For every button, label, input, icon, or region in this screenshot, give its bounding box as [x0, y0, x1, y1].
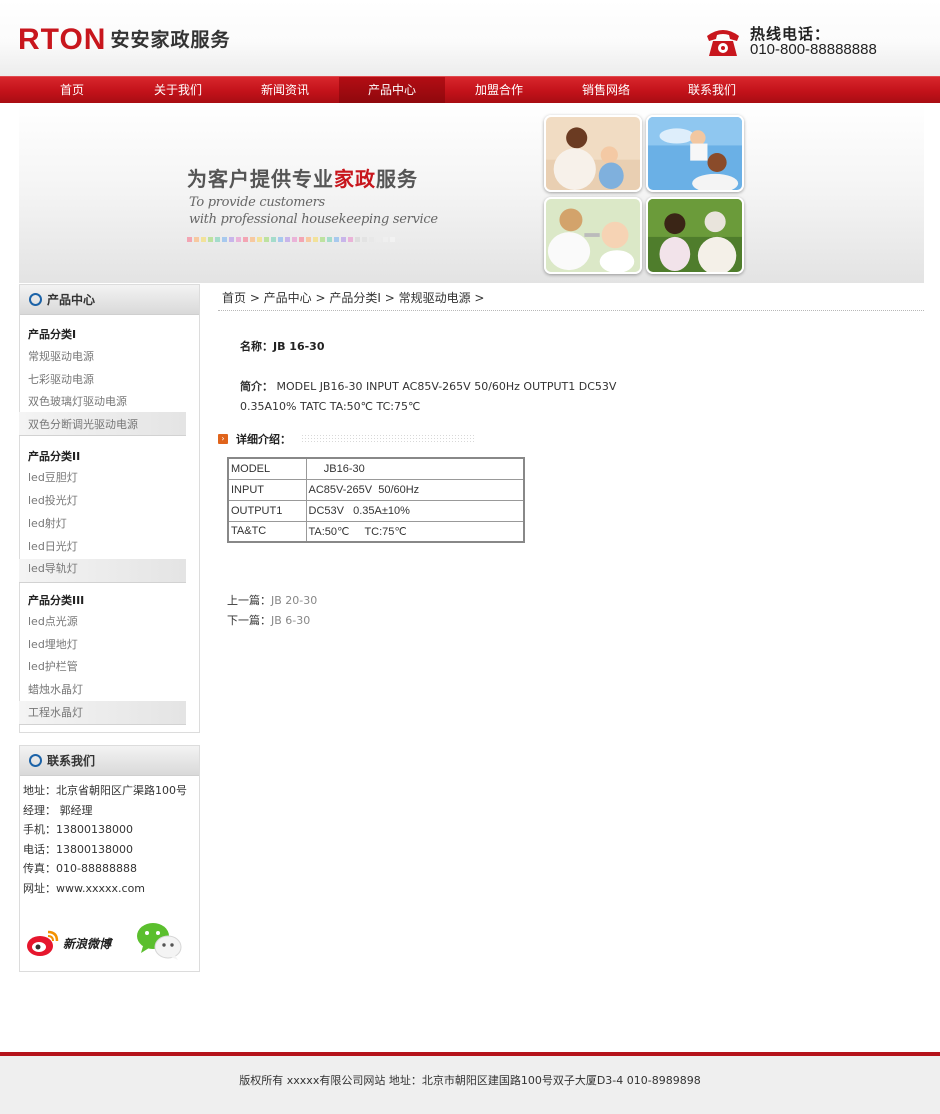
spec-value: AC85V-265V 50/60Hz: [305, 478, 525, 501]
contact-address: 地址：北京省朝阳区广渠路100号: [23, 784, 187, 797]
dotted-decoration: [301, 434, 476, 444]
category-item[interactable]: led投光灯: [28, 492, 78, 508]
contact-fax: 传真：010-88888888: [23, 862, 137, 875]
banner-title: 为客户提供专业家政服务: [187, 167, 418, 191]
spec-value: JB16-30: [305, 457, 525, 480]
circle-bullet-icon: [29, 754, 42, 767]
table-row: INPUT AC85V-265V 50/60Hz: [227, 478, 525, 501]
category-item[interactable]: 常规驱动电源: [28, 348, 94, 364]
nav-item-home[interactable]: 首页: [19, 77, 125, 103]
spec-value: DC53V 0.35A±10%: [305, 499, 525, 522]
footer-copyright: 版权所有 xxxxx有限公司网站 地址：北京市朝阳区建国路100号双子大厦D3-…: [239, 1074, 701, 1087]
category-title-2[interactable]: 产品分类II: [28, 448, 80, 464]
sidebar-products-header: 产品中心: [20, 285, 199, 315]
category-item[interactable]: 七彩驱动电源: [28, 371, 94, 387]
nav-item-products[interactable]: 产品中心: [339, 77, 445, 103]
contact-manager: 经理： 郭经理: [23, 804, 93, 817]
category-item[interactable]: led埋地灯: [28, 636, 78, 652]
category-item[interactable]: led护栏管: [28, 658, 78, 674]
site-logo[interactable]: RTON 安安家政服务: [18, 24, 230, 56]
table-row: OUTPUT1 DC53V 0.35A±10%: [227, 499, 525, 522]
category-item[interactable]: led日光灯: [28, 538, 78, 554]
category-item[interactable]: 蜡烛水晶灯: [28, 681, 83, 697]
nav-item-sales-network[interactable]: 销售网络: [553, 77, 659, 103]
wechat-icon[interactable]: [135, 920, 183, 962]
category-item[interactable]: 双色玻璃灯驱动电源: [28, 393, 127, 409]
spec-table: MODEL JB16-30 INPUT AC85V-265V 50/60Hz O…: [227, 457, 525, 543]
circle-bullet-icon: [29, 293, 42, 306]
nav-item-join[interactable]: 加盟合作: [446, 77, 552, 103]
hotline-number: 010-800-88888888: [750, 41, 877, 58]
banner-photo-mother-child: [544, 115, 642, 192]
category-title-3[interactable]: 产品分类III: [28, 592, 84, 608]
weibo-link[interactable]: 新浪微博: [26, 928, 111, 958]
logo-text-en: RTON: [18, 23, 107, 56]
hotline: 热线电话： 010-800-88888888: [704, 24, 877, 60]
spec-key: OUTPUT1: [227, 499, 307, 522]
logo-text-cn: 安安家政服务: [110, 29, 231, 51]
hotline-label: 热线电话：: [750, 25, 831, 43]
site-header: RTON 安安家政服务 热线电话： 010-800-88888888: [0, 0, 940, 76]
category-item[interactable]: led导轨灯: [28, 560, 78, 576]
sidebar-contact-header: 联系我们: [20, 746, 199, 776]
category-item[interactable]: 工程水晶灯: [28, 704, 83, 720]
spec-key: TA&TC: [227, 520, 307, 543]
product-summary: 简介： MODEL JB16-30 INPUT AC85V-265V 50/60…: [240, 380, 617, 413]
nav-item-news[interactable]: 新闻资讯: [232, 77, 338, 103]
sidebar-products-title: 产品中心: [47, 293, 96, 307]
nav-item-about[interactable]: 关于我们: [125, 77, 231, 103]
banner-subtitle-line1: To provide customers: [189, 195, 325, 210]
banner-color-dots: [187, 237, 395, 243]
spec-key: MODEL: [227, 457, 307, 480]
detail-heading: › 详细介绍：: [218, 432, 476, 446]
prev-article-link[interactable]: JB 20-30: [271, 594, 317, 607]
table-row: TA&TC TA:50℃ TC:75℃: [227, 520, 525, 543]
banner-subtitle-line2: with professional housekeeping service: [189, 212, 438, 227]
telephone-icon: [707, 30, 739, 56]
table-row: MODEL JB16-30: [227, 457, 525, 480]
spec-key: INPUT: [227, 478, 307, 501]
sidebar-contact-title: 联系我们: [47, 754, 96, 768]
contact-mobile: 手机：13800138000: [23, 823, 133, 836]
banner-photo-feeding-baby: [544, 197, 642, 274]
next-article-link[interactable]: JB 6-30: [271, 614, 310, 627]
banner-photo-family-sky: [646, 115, 744, 192]
category-item[interactable]: led豆胆灯: [28, 469, 78, 485]
contact-phone: 电话：13800138000: [23, 843, 133, 856]
banner-photo-elder-child: [646, 197, 744, 274]
category-item[interactable]: 双色分断调光驱动电源: [28, 416, 138, 432]
product-name: 名称：JB 16-30: [240, 340, 325, 353]
spec-value: TA:50℃ TC:75℃: [305, 520, 525, 543]
category-title-1[interactable]: 产品分类I: [28, 326, 76, 342]
next-label: 下一篇：: [227, 614, 271, 627]
hero-banner: 为客户提供专业家政服务 To provide customers with pr…: [19, 103, 924, 283]
detail-label: 详细介绍：: [236, 433, 291, 446]
breadcrumb-divider: [218, 310, 924, 311]
prev-label: 上一篇：: [227, 594, 271, 607]
site-footer: 版权所有 xxxxx有限公司网站 地址：北京市朝阳区建国路100号双子大厦D3-…: [0, 1052, 940, 1114]
weibo-icon: [27, 930, 59, 956]
weibo-label: 新浪微博: [63, 936, 112, 951]
prev-article: 上一篇：JB 20-30: [227, 592, 317, 608]
nav-item-contact[interactable]: 联系我们: [659, 77, 765, 103]
contact-website: 网址：www.xxxxx.com: [23, 882, 146, 895]
next-article: 下一篇：JB 6-30: [227, 612, 310, 628]
category-item[interactable]: led射灯: [28, 515, 67, 531]
breadcrumb[interactable]: 首页 > 产品中心 > 产品分类I > 常规驱动电源 >: [222, 289, 484, 306]
main-nav: 首页 关于我们 新闻资讯 产品中心 加盟合作 销售网络 联系我们: [0, 76, 940, 103]
category-item[interactable]: led点光源: [28, 613, 78, 629]
arrow-right-icon: ›: [218, 434, 228, 444]
